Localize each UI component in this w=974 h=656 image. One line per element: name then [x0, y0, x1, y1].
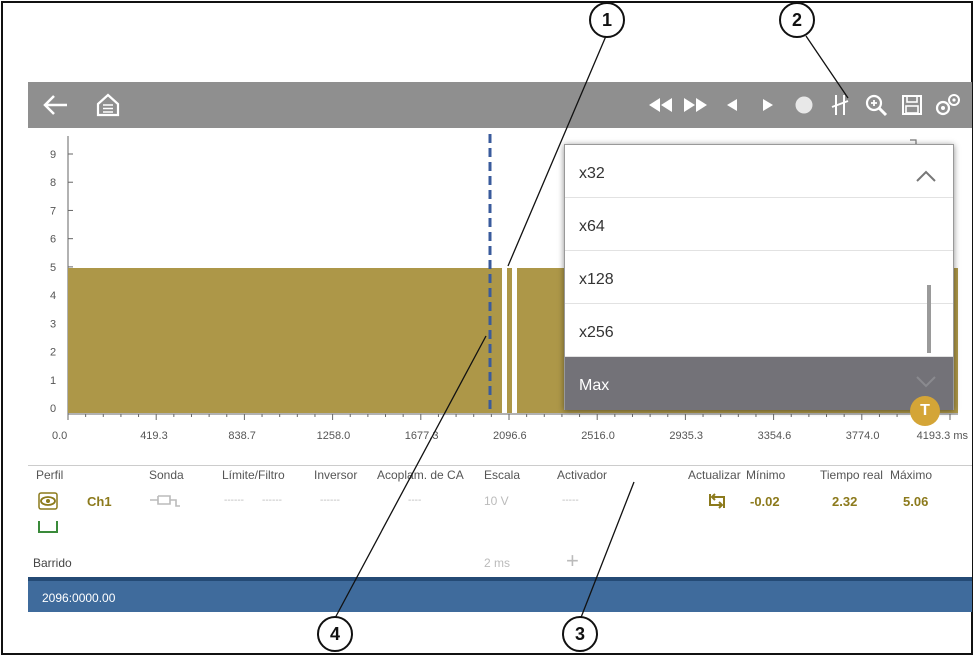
- callout-leaders: [333, 35, 849, 621]
- leader-1: [507, 35, 607, 267]
- leader-3: [579, 481, 635, 621]
- leader-4: [333, 335, 487, 621]
- callout-2: 2: [779, 2, 815, 38]
- callout-1: 1: [589, 2, 625, 38]
- callout-number: 3: [574, 623, 585, 644]
- callout-3: 3: [562, 616, 598, 652]
- leader-2: [805, 35, 849, 99]
- callout-number: 2: [791, 9, 802, 30]
- callout-4: 4: [317, 616, 353, 652]
- callout-number: 4: [329, 623, 340, 644]
- callout-number: 1: [601, 9, 612, 30]
